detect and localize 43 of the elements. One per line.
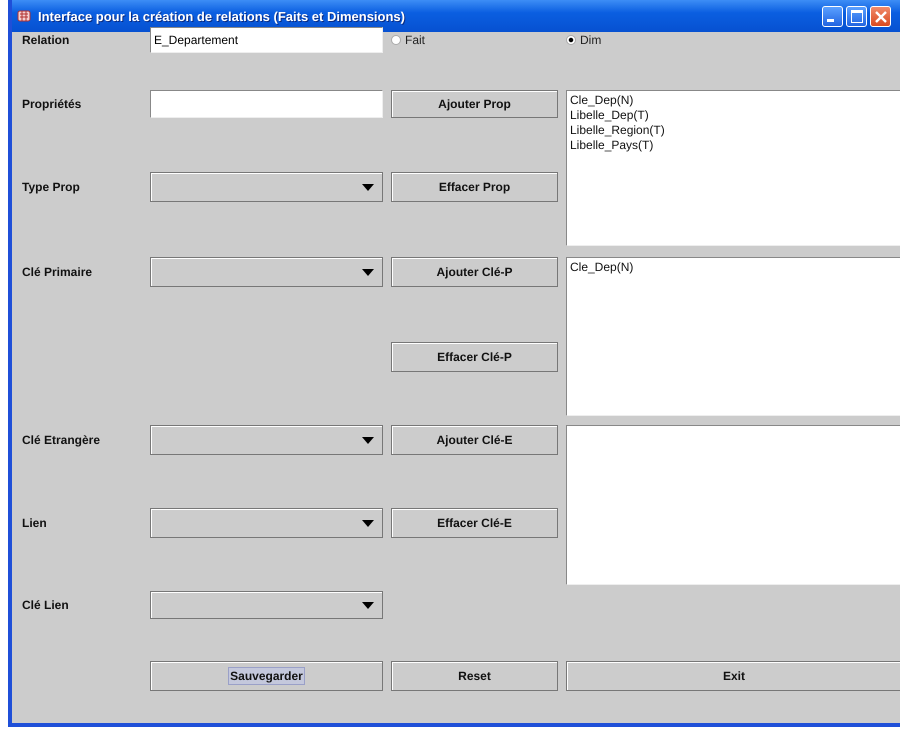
list-item[interactable]: Libelle_Pays(T) xyxy=(570,138,654,153)
list-box[interactable]: Cle_Dep(N) Libelle_Dep(T) Libelle_Region(T) Libelle_Pays(T) xyxy=(566,90,900,246)
field-label: Lien xyxy=(22,516,48,530)
relation-label: Relation xyxy=(22,33,70,47)
app-icon xyxy=(16,8,32,24)
caret-icon xyxy=(362,436,374,444)
list-item[interactable]: Libelle_Dep(T) xyxy=(570,108,649,123)
maximize-button[interactable] xyxy=(846,6,867,27)
list-item[interactable]: Cle_Dep(N) xyxy=(570,93,634,108)
field-label: Clé Lien xyxy=(22,598,70,612)
field-label: Propriétés xyxy=(22,97,82,111)
window-title: Interface pour la création de relations (Faits et Dimensions) xyxy=(38,8,405,24)
caret-icon xyxy=(362,602,374,608)
field-label: Clé Primaire xyxy=(22,265,94,279)
property-field[interactable] xyxy=(150,90,383,118)
radio-button[interactable]: Dim xyxy=(566,33,900,47)
list-item[interactable]: Libelle_Region(T) xyxy=(570,123,665,138)
field-label: Clé Etrangère xyxy=(22,433,102,447)
caret-icon xyxy=(362,184,374,190)
list-item[interactable]: Cle_Dep(N) xyxy=(570,260,634,275)
caret-icon xyxy=(362,520,374,526)
action-button[interactable]: Ajouter Prop xyxy=(391,90,558,118)
field-label: Type Prop xyxy=(22,180,81,194)
action-button[interactable]: Effacer Prop xyxy=(391,172,558,202)
relation-field[interactable]: E_Departement xyxy=(150,27,383,53)
caret-icon xyxy=(362,268,374,276)
dropdown[interactable] xyxy=(150,591,383,619)
action-button[interactable]: Reset xyxy=(391,661,558,691)
action-button[interactable]: Effacer Clé-P xyxy=(391,342,558,372)
dropdown[interactable] xyxy=(150,257,383,287)
close-icon xyxy=(874,10,888,24)
action-button[interactable]: Exit xyxy=(566,661,900,691)
minimize-button[interactable] xyxy=(822,6,843,27)
dropdown[interactable] xyxy=(150,172,383,202)
list-box[interactable]: Cle_Dep(N) xyxy=(566,257,900,416)
action-button[interactable]: Ajouter Clé-P xyxy=(391,257,558,287)
dropdown[interactable] xyxy=(150,425,383,455)
action-button[interactable]: Sauvegarder xyxy=(150,661,383,691)
radio-button[interactable]: Fait xyxy=(391,33,558,47)
action-button[interactable]: Ajouter Clé-E xyxy=(391,425,558,455)
action-button[interactable]: Effacer Clé-E xyxy=(391,508,558,538)
dropdown[interactable] xyxy=(150,508,383,538)
close-button[interactable] xyxy=(870,6,891,27)
